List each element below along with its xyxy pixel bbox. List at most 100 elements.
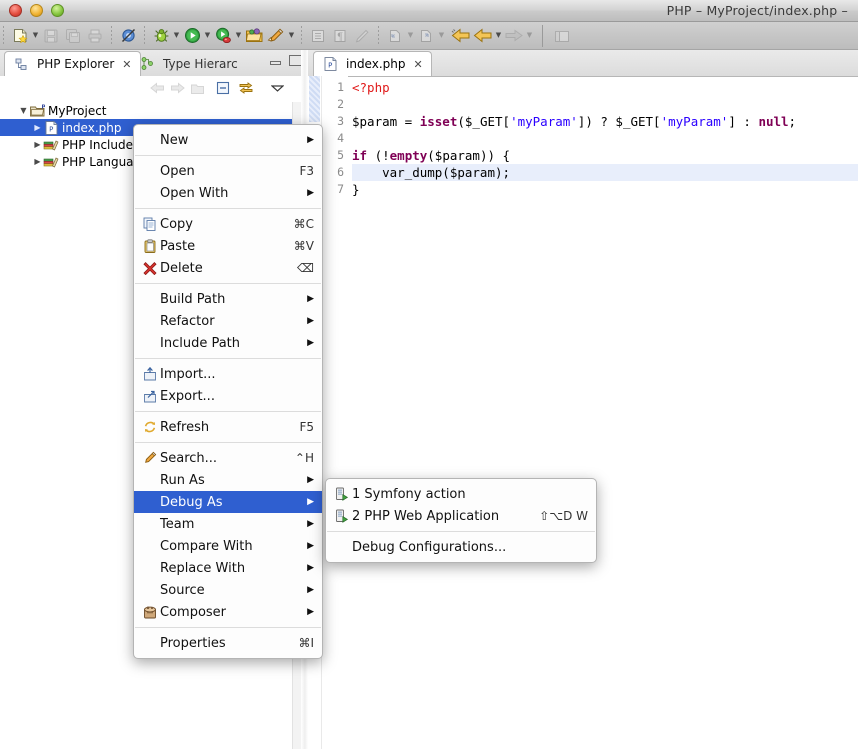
search-dropdown-arrow[interactable]: ▼ [287,25,296,47]
tab-type-hierarchy[interactable]: Type Hierarc [131,51,246,76]
run-dropdown-arrow[interactable]: ▼ [203,25,212,47]
tab-type-hierarchy-label: Type Hierarc [163,57,238,71]
menu-item-build-path[interactable]: Build Path▶ [134,288,322,310]
chevron-down-icon[interactable]: ▼ [18,106,29,115]
collapse-all-icon[interactable] [214,79,232,97]
library-icon [43,155,59,169]
chevron-right-icon[interactable]: ▶ [32,123,43,132]
changed-lines-marker [309,76,320,122]
tree-item-myproject[interactable]: ▼ P MyProject [0,102,292,119]
menu-item-2-php-web-application[interactable]: 2 PHP Web Application⇧⌥D W [326,505,596,527]
svg-text:¶: ¶ [337,32,343,43]
open-type-icon[interactable] [243,25,265,47]
menu-item-copy[interactable]: Copy⌘C [134,213,322,235]
run-play-icon[interactable] [181,25,203,47]
search-pencil-icon[interactable] [265,25,287,47]
menu-item-debug-configurations[interactable]: Debug Configurations... [326,536,596,558]
menu-item-label: 2 PHP Web Application [352,509,527,524]
debug-dropdown-arrow[interactable]: ▼ [172,25,181,47]
menu-item-include-path[interactable]: Include Path▶ [134,332,322,354]
window-titlebar: PHP – MyProject/index.php – [0,0,858,22]
forward-arrow-icon[interactable] [472,25,494,47]
code-line: if (!empty($param)) { [352,147,858,164]
menu-item-refresh[interactable]: RefreshF5 [134,416,322,438]
code-token: } [352,182,360,197]
menu-separator [135,208,321,209]
tab-index-php[interactable]: P index.php ✕ [313,51,432,76]
menu-item-run-as[interactable]: Run As▶ [134,469,322,491]
debug-bug-icon[interactable] [150,25,172,47]
submenu-arrow-icon: ▶ [307,519,314,529]
view-menu-icon[interactable] [268,79,286,97]
profile-icon[interactable] [212,25,234,47]
new-file-dropdown-arrow[interactable]: ▼ [31,25,40,47]
close-window-button[interactable] [9,4,22,17]
menu-item-open[interactable]: OpenF3 [134,160,322,182]
line-number: 3 [322,113,348,130]
menu-item-properties[interactable]: Properties⌘I [134,632,322,654]
code-token: ; [789,114,797,129]
menu-item-delete[interactable]: Delete⌫ [134,257,322,279]
menu-item-debug-as[interactable]: Debug As▶ [134,491,322,513]
code-token: empty [390,148,428,163]
window-title: PHP – MyProject/index.php – [667,3,848,18]
submenu-arrow-icon: ▶ [307,475,314,485]
debug-launch-icon [332,487,352,501]
back-dropdown-arrow[interactable]: ▼ [494,25,503,47]
minimize-view-icon[interactable] [270,61,281,65]
chevron-right-icon[interactable]: ▶ [32,140,43,149]
skip-breakpoints-icon[interactable] [117,25,139,47]
submenu-arrow-icon: ▶ [307,188,314,198]
menu-item-paste[interactable]: Paste ⌘V [134,235,322,257]
code-line: <?php [352,79,858,96]
menu-separator [135,442,321,443]
new-file-icon[interactable] [9,25,31,47]
chevron-right-icon[interactable]: ▶ [32,157,43,166]
search-icon [140,451,160,465]
tab-php-explorer[interactable]: PHP Explorer ✕ [4,51,141,76]
editor-tab-label: index.php [346,57,405,71]
menu-item-open-with[interactable]: Open With▶ [134,182,322,204]
pencil-ruler-icon [351,25,373,47]
menu-item-export[interactable]: Export... [134,385,322,407]
menu-item-label: Team [160,517,297,532]
profile-dropdown-arrow[interactable]: ▼ [234,25,243,47]
menu-item-label: 1 Symfony action [352,487,588,502]
save-icon [40,25,62,47]
submenu-arrow-icon: ▶ [307,294,314,304]
menu-item-source[interactable]: Source▶ [134,579,322,601]
link-with-editor-icon[interactable] [237,79,255,97]
menu-item-compare-with[interactable]: Compare With▶ [134,535,322,557]
menu-item-new[interactable]: New▶ [134,129,322,151]
menu-item-label: Compare With [160,539,297,554]
menu-item-team[interactable]: Team ▶ [134,513,322,535]
tree-item-label: index.php [62,121,121,135]
code-token: ] : [728,114,758,129]
menu-separator [135,283,321,284]
menu-item-label: Paste [160,239,282,254]
code-token: 'myParam' [510,114,578,129]
menu-item-refactor[interactable]: Refactor▶ [134,310,322,332]
editor-line-numbers: 1 2 3 4 5 6 7 [322,76,348,749]
close-icon[interactable]: ✕ [413,58,422,71]
menu-item-import[interactable]: Import... [134,363,322,385]
editor-source-code[interactable]: <?php $param = isset($_GET['myParam']) ?… [352,76,858,749]
toolbar-separator [301,26,302,46]
minimize-window-button[interactable] [30,4,43,17]
back-arrow-icon[interactable] [450,25,472,47]
previous-annotation-icon [415,25,437,47]
debug-as-submenu[interactable]: 1 Symfony action 2 PHP Web Application⇧⌥D… [325,478,597,563]
menu-item-label: Import... [160,367,314,382]
line-number: 1 [322,79,348,96]
project-context-menu[interactable]: New▶ OpenF3Open With▶ Copy⌘C Paste ⌘V Delete⌫… [133,124,323,659]
zoom-window-button[interactable] [51,4,64,17]
menu-item-shortcut: ⌘V [294,239,314,253]
main-toolbar: ▼ [0,22,858,50]
forward-navigation-icon [168,79,186,97]
code-token: $param = [352,114,420,129]
menu-item-replace-with[interactable]: Replace With▶ [134,557,322,579]
menu-item-composer[interactable]: Composer▶ [134,601,322,623]
menu-item-1-symfony-action[interactable]: 1 Symfony action [326,483,596,505]
menu-item-search[interactable]: Search...⌃H [134,447,322,469]
paste-icon [140,239,160,253]
